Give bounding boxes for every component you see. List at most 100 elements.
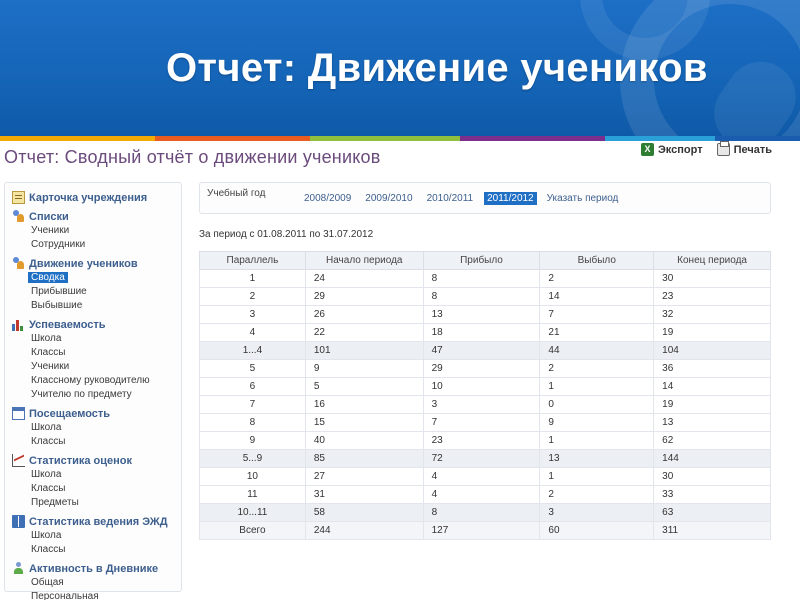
card-icon	[12, 191, 25, 204]
table-cell: 31	[304, 485, 424, 504]
sidebar-item-label: Школа	[31, 333, 62, 344]
users-icon	[12, 257, 25, 270]
sidebar-section: Статистика ведения ЭЖД Школа Классы	[12, 514, 181, 557]
sidebar-item[interactable]: Классы	[12, 435, 181, 449]
sidebar-section-label: Карточка учреждения	[29, 191, 148, 204]
subtotal-row: 10...11 58 8 3 63	[199, 503, 771, 522]
academic-year-link[interactable]: 2008/2009	[301, 192, 354, 205]
color-stripe	[0, 136, 800, 141]
table-row: 4 22 18 21 19	[199, 323, 771, 342]
table-cell: 9	[199, 431, 306, 450]
table-cell: 18	[422, 323, 541, 342]
table-cell: 85	[304, 449, 424, 468]
print-button[interactable]: Печать	[716, 141, 772, 156]
sidebar-item-label: Школа	[31, 469, 62, 480]
table-header-row: Параллель Начало периода Прибыло Выбыло Коне…	[199, 251, 771, 270]
academic-year-link[interactable]: 2010/2011	[424, 192, 477, 205]
table-cell: 44	[539, 341, 655, 360]
sidebar-item[interactable]: Сотрудники	[12, 238, 181, 252]
sidebar-item[interactable]: Сводка	[12, 271, 181, 285]
sidebar-item[interactable]: Предметы	[12, 496, 181, 510]
table-cell: 33	[653, 485, 771, 504]
book-icon	[12, 515, 25, 528]
export-button[interactable]: X Экспорт	[640, 143, 703, 156]
table-cell: 29	[304, 287, 424, 306]
printer-icon	[716, 141, 730, 156]
table-cell: 21	[539, 323, 655, 342]
sidebar-section-header[interactable]: Движение учеников	[12, 256, 181, 271]
table-cell: 1	[539, 467, 655, 486]
table-cell: 311	[653, 521, 771, 540]
table-cell: 36	[653, 359, 771, 378]
sidebar-section-header[interactable]: Посещаемость	[12, 406, 181, 421]
sidebar-item[interactable]: Школа	[12, 332, 181, 346]
custom-period-link[interactable]: Указать период	[547, 193, 619, 204]
table-cell: 2	[539, 485, 655, 504]
column-header: Конец периода	[653, 251, 771, 270]
sidebar-item-label: Выбывшие	[31, 300, 83, 311]
sidebar-item[interactable]: Классы	[12, 543, 181, 557]
sidebar-item[interactable]: Классы	[12, 482, 181, 496]
table-row: 9 40 23 1 62	[199, 431, 771, 450]
academic-year-link[interactable]: 2011/2012	[484, 191, 537, 205]
sidebar-item[interactable]: Школа	[12, 468, 181, 482]
table-cell: 23	[653, 287, 771, 306]
table-cell: 127	[422, 521, 541, 540]
sidebar-item[interactable]: Выбывшие	[12, 299, 181, 313]
table-row: 5 9 29 2 36	[199, 359, 771, 378]
table-cell: 13	[422, 305, 541, 324]
sidebar-item[interactable]: Классному руководителю	[12, 374, 181, 388]
sidebar-section-header[interactable]: Статистика оценок	[12, 453, 181, 468]
sidebar-item[interactable]: Ученики	[12, 360, 181, 374]
sidebar-section-header[interactable]: Статистика ведения ЭЖД	[12, 514, 181, 529]
sidebar-section: Списки Ученики Сотрудники	[12, 209, 181, 252]
table-cell: 14	[653, 377, 771, 396]
table-cell: 7	[539, 305, 655, 324]
sidebar-item[interactable]: Ученики	[12, 224, 181, 238]
table-cell: 2	[539, 269, 655, 288]
sidebar-section-header[interactable]: Активность в Дневнике	[12, 561, 181, 576]
table-cell: 8	[422, 269, 541, 288]
table-cell: 8	[422, 503, 541, 522]
sidebar-section-label: Статистика ведения ЭЖД	[29, 515, 168, 528]
total-row: Всего 244 127 60 311	[199, 521, 771, 540]
sidebar-section: Статистика оценок Школа Классы Предметы	[12, 453, 181, 510]
table-cell: 9	[304, 359, 424, 378]
sidebar-section-label: Активность в Дневнике	[29, 562, 159, 575]
sidebar-item[interactable]: Школа	[12, 421, 181, 435]
table-cell: 14	[539, 287, 655, 306]
report-sidebar: Карточка учреждения Списки Ученики Сотрудни…	[4, 182, 182, 600]
table-cell: 27	[304, 467, 424, 486]
table-cell: 19	[653, 323, 771, 342]
subtotal-row: 5...9 85 72 13 144	[199, 449, 771, 468]
sidebar-item-label: Классному руководителю	[31, 375, 150, 386]
table-cell: 5	[304, 377, 424, 396]
person-icon	[12, 562, 25, 575]
sidebar-section-header[interactable]: Успеваемость	[12, 317, 181, 332]
sidebar-item[interactable]: Классы	[12, 346, 181, 360]
sidebar-section-header[interactable]: Карточка учреждения	[12, 190, 181, 205]
column-header: Начало периода	[304, 251, 424, 270]
sidebar-item-label: Персональная	[31, 591, 99, 600]
stripe-segment	[605, 136, 715, 141]
sidebar-item-label: Учителю по предмету	[31, 389, 132, 400]
sidebar-item[interactable]: Прибывшие	[12, 285, 181, 299]
academic-year-link[interactable]: 2009/2010	[362, 192, 415, 205]
export-label: Экспорт	[657, 143, 703, 156]
table-cell: 144	[653, 449, 771, 468]
table-cell: 7	[199, 395, 306, 414]
table-cell: 47	[422, 341, 541, 360]
excel-icon: X	[640, 143, 654, 156]
sidebar-section-header[interactable]: Списки	[12, 209, 181, 224]
table-cell: Всего	[199, 521, 306, 540]
table-cell: 11	[199, 485, 306, 504]
sidebar-item[interactable]: Учителю по предмету	[12, 388, 181, 402]
table-cell: 1...4	[199, 341, 306, 360]
table-cell: 10...11	[199, 503, 306, 522]
presentation-banner: Отчет: Движение учеников	[0, 0, 800, 136]
column-header: Выбыло	[539, 251, 655, 270]
sidebar-item[interactable]: Школа	[12, 529, 181, 543]
table-cell: 13	[653, 413, 771, 432]
sidebar-item[interactable]: Общая	[12, 576, 181, 590]
sidebar-item[interactable]: Персональная	[12, 590, 181, 600]
